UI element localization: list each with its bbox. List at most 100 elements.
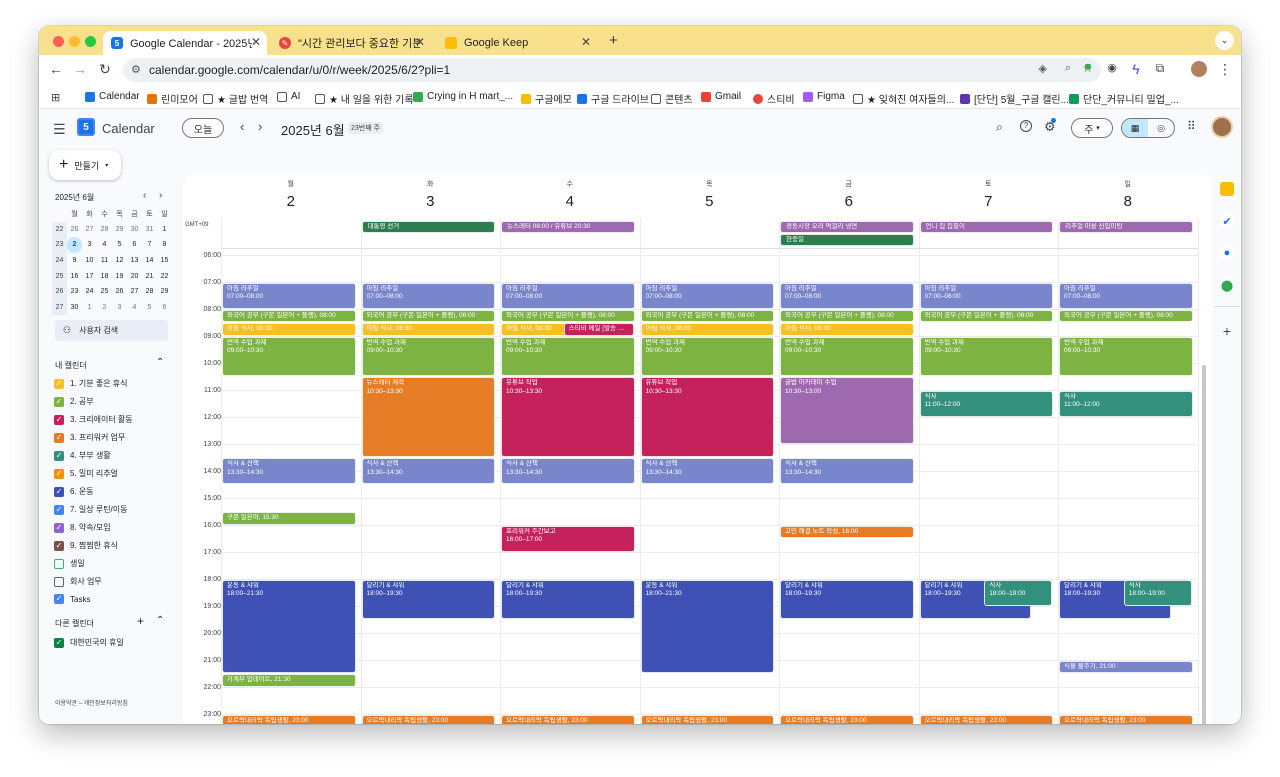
calendar-list-item[interactable]: ✓ 5. 밀미 리추얼 xyxy=(54,468,118,479)
mini-day[interactable]: 26 xyxy=(67,222,82,238)
calendar-event[interactable]: 유튜브 작업 10:30–13:30 xyxy=(501,377,635,457)
calendar-event[interactable]: 뉴스레터 제작 10:30–13:30 xyxy=(361,377,495,457)
calendar-event[interactable]: 달리기 & 샤워 18:00–19:30 xyxy=(361,579,495,619)
bookmark-gmail[interactable]: Gmail xyxy=(701,91,741,102)
calendar-event[interactable]: 식사 11:00–12:00 xyxy=(919,390,1053,417)
tasks-view-icon[interactable]: ◎ xyxy=(1148,119,1174,137)
calendar-list-item[interactable]: 생일 xyxy=(54,558,85,569)
bookmark-folder-women[interactable]: ★ 잊혀진 여자들의... xyxy=(853,91,954,106)
mini-day[interactable]: 25 xyxy=(97,284,112,300)
day-header[interactable]: 화3 xyxy=(361,173,501,210)
mini-day[interactable]: 12 xyxy=(112,253,127,269)
allday-event[interactable]: 언니 집 집들이 xyxy=(919,221,1053,233)
unchecked-box-icon[interactable] xyxy=(54,558,64,569)
calendar-event[interactable]: 번역 수업 과제 09:00–10:30 xyxy=(222,336,356,376)
menu-icon[interactable]: ☰ xyxy=(53,121,66,138)
calendar-event[interactable]: 아침 리추얼 07:00–08:00 xyxy=(361,282,495,309)
reload-icon[interactable]: ↻ xyxy=(96,61,114,78)
prev-week-icon[interactable]: ‹ xyxy=(240,119,244,134)
calendar-event[interactable]: 식사 11:00–12:00 xyxy=(1059,390,1193,417)
allday-event[interactable]: 뉴스레터 08:00 / 유튜브 20:30 xyxy=(501,221,635,233)
calendar-event[interactable]: 오르락내리락 독립생활, 23:00 xyxy=(222,714,356,724)
calendar-event[interactable]: 아침 리추얼 07:00–08:00 xyxy=(1059,282,1193,309)
calendar-list-item[interactable]: ✓ 7. 일상 루틴/이동 xyxy=(54,504,128,515)
calendar-event[interactable]: 외국어 공부 (구몬 일본어 + 플랭), 08:00 xyxy=(640,309,774,322)
search-people-input[interactable]: ⚇ 사용자 검색 xyxy=(55,320,168,341)
address-bar[interactable]: ⚙ calendar.google.com/calendar/u/0/r/wee… xyxy=(123,58,1101,82)
allday-event[interactable]: 리추얼 마을 신입미팅 xyxy=(1059,221,1193,233)
collapse-chevron-icon[interactable]: ⌃ xyxy=(156,357,164,368)
checked-box-icon[interactable]: ✓ xyxy=(54,637,64,648)
calendar-event[interactable]: 식사 & 산책 13:30–14:30 xyxy=(501,458,635,484)
day-number[interactable]: 6 xyxy=(779,193,919,210)
unchecked-box-icon[interactable] xyxy=(54,576,64,587)
calendar-event[interactable]: 운동 & 샤워 18:00–21:30 xyxy=(222,579,356,673)
day-header[interactable]: 일8 xyxy=(1058,173,1198,210)
maps-icon[interactable]: ⬤ xyxy=(1220,278,1234,292)
calendar-event[interactable]: 아침 식사, 08:30 xyxy=(780,323,914,336)
add-icon[interactable]: + xyxy=(1220,323,1234,339)
mini-day[interactable]: 1 xyxy=(157,222,172,238)
checked-box-icon[interactable]: ✓ xyxy=(54,378,64,389)
calendar-event[interactable]: 식사 & 산책 13:30–14:30 xyxy=(780,458,914,484)
calendar-view-icon[interactable]: ▦ xyxy=(1122,119,1148,137)
bookmark-dandan-calendar[interactable]: [단단] 5월_구글 캘린... xyxy=(960,91,1069,106)
bookmark-folder-record[interactable]: ★ 내 일을 위한 기록 xyxy=(315,91,413,106)
calendar-event[interactable]: 오르락내리락 독립생활, 23:00 xyxy=(501,714,635,724)
calendar-event[interactable]: 오르락내리락 독립생활, 23:00 xyxy=(1059,714,1193,724)
mini-day[interactable]: 29 xyxy=(157,284,172,300)
bookmark-linmimore[interactable]: 린미모어 xyxy=(147,91,198,106)
calendar-list-item[interactable]: ✓ 4. 부부 생활 xyxy=(54,450,111,461)
mini-day[interactable]: 3 xyxy=(82,237,97,253)
mini-day[interactable]: 20 xyxy=(127,268,142,284)
calendar-event[interactable]: 아침 리추얼 07:00–08:00 xyxy=(501,282,635,309)
mini-day[interactable]: 30 xyxy=(67,300,82,316)
mini-day[interactable]: 16 xyxy=(67,268,82,284)
apps-grid-icon[interactable]: ⊞ xyxy=(51,91,60,104)
day-header[interactable]: 목5 xyxy=(640,173,780,210)
day-header[interactable]: 토7 xyxy=(919,173,1059,210)
checked-box-icon[interactable]: ✓ xyxy=(54,522,64,533)
extension-green-icon[interactable]: ■ xyxy=(1079,61,1097,73)
mini-day[interactable]: 9 xyxy=(67,253,82,269)
mini-day[interactable]: 23 xyxy=(67,284,82,300)
mini-day[interactable]: 4 xyxy=(97,237,112,253)
calendar-event[interactable]: 외국어 공부 (구몬 일본어 + 플랭), 08:00 xyxy=(501,309,635,322)
day-header[interactable]: 금6 xyxy=(779,173,919,210)
mini-day[interactable]: 27 xyxy=(127,284,142,300)
create-button[interactable]: + 만들기 ▾ xyxy=(49,150,121,180)
day-number[interactable]: 3 xyxy=(361,193,501,210)
calendar-event[interactable]: 프리워커 주간보고 16:00–17:00 xyxy=(501,525,635,552)
day-number[interactable]: 5 xyxy=(640,193,780,210)
allday-event[interactable]: 경동시장 오리 먹걸리 냉면 xyxy=(780,221,914,233)
mini-day[interactable]: 1 xyxy=(82,300,97,316)
calendar-event[interactable]: 아침 리추얼 07:00–08:00 xyxy=(780,282,914,309)
checked-box-icon[interactable]: ✓ xyxy=(54,540,64,551)
checked-box-icon[interactable]: ✓ xyxy=(54,450,64,461)
calendar-event[interactable]: 달리기 & 샤워 18:00–19:30 xyxy=(780,579,914,619)
calendar-event[interactable]: 가계부 업데이트, 21:30 xyxy=(222,674,356,687)
mini-day[interactable]: 26 xyxy=(112,284,127,300)
mini-day[interactable]: 19 xyxy=(112,268,127,284)
keep-icon[interactable] xyxy=(1220,182,1234,196)
bookmark-dandan-community[interactable]: 단단_커뮤니티 밀업_... xyxy=(1069,91,1179,106)
site-info-icon[interactable]: ⚙ xyxy=(131,63,141,76)
view-select[interactable]: 주 ▾ xyxy=(1071,118,1113,138)
mini-day[interactable]: 21 xyxy=(142,268,157,284)
calendar-event[interactable]: 번역 수업 과제 09:00–10:30 xyxy=(780,336,914,376)
close-tab-icon[interactable]: ✕ xyxy=(251,35,261,49)
apps-grid-icon[interactable]: ⠿ xyxy=(1187,119,1196,133)
calendar-list-item[interactable]: 회사 업무 xyxy=(54,576,102,587)
browser-tab-keep[interactable]: Google Keep ✕ xyxy=(437,31,597,55)
calendar-event[interactable]: 외국어 공부 (구몬 일본어 + 플랭), 08:00 xyxy=(919,309,1053,322)
mini-day[interactable]: 28 xyxy=(97,222,112,238)
new-tab-button[interactable]: + xyxy=(609,32,618,49)
profile-avatar[interactable] xyxy=(1191,61,1207,77)
checked-box-icon[interactable]: ✓ xyxy=(54,486,64,497)
help-icon[interactable]: ? xyxy=(1020,120,1032,132)
calendar-event[interactable]: 고민 해결 노트 작성, 16:00 xyxy=(780,525,914,538)
calendar-event[interactable]: 아침 식사, 08:30 xyxy=(640,323,774,336)
mini-day[interactable]: 6 xyxy=(157,300,172,316)
mini-day[interactable]: 7 xyxy=(142,237,157,253)
tab-search-chevron-icon[interactable]: ⌄ xyxy=(1215,31,1234,50)
